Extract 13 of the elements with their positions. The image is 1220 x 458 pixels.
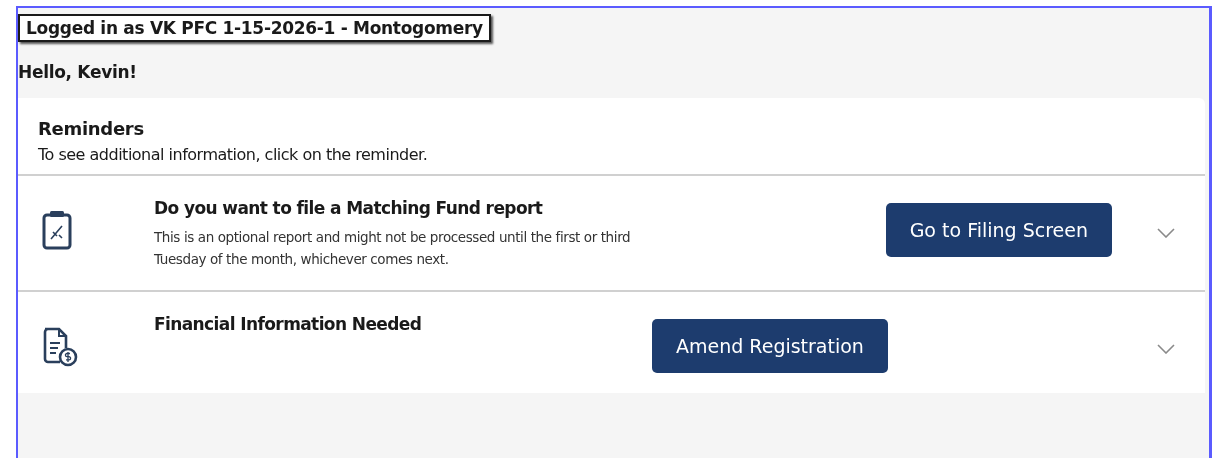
action-button[interactable]: Amend Registration [652, 319, 888, 373]
greeting: Hello, Kevin! [18, 62, 138, 82]
clipboard-icon [42, 210, 72, 250]
chevron-icon[interactable] [1157, 344, 1175, 354]
reminders-subtitle: To see additional information, click on the reminder. [38, 145, 429, 164]
reminders-title: Reminders [38, 118, 145, 139]
reminder-title[interactable]: Do you want to file a Matching Fund report [154, 198, 634, 218]
action-button[interactable]: Go to Filing Screen [885, 203, 1112, 257]
chevron-icon[interactable] [1157, 228, 1175, 238]
reminder-title[interactable]: Financial Information Needed [154, 314, 634, 334]
reminder-description: This is an optional report and might not be processed until the first or third Tuesday of the month, whichever comes next. [154, 228, 632, 269]
login-banner: Logged in as VK PFC 1-15-2026-1 - Montogomery [18, 14, 491, 42]
invoice-dollar-icon [42, 326, 78, 368]
